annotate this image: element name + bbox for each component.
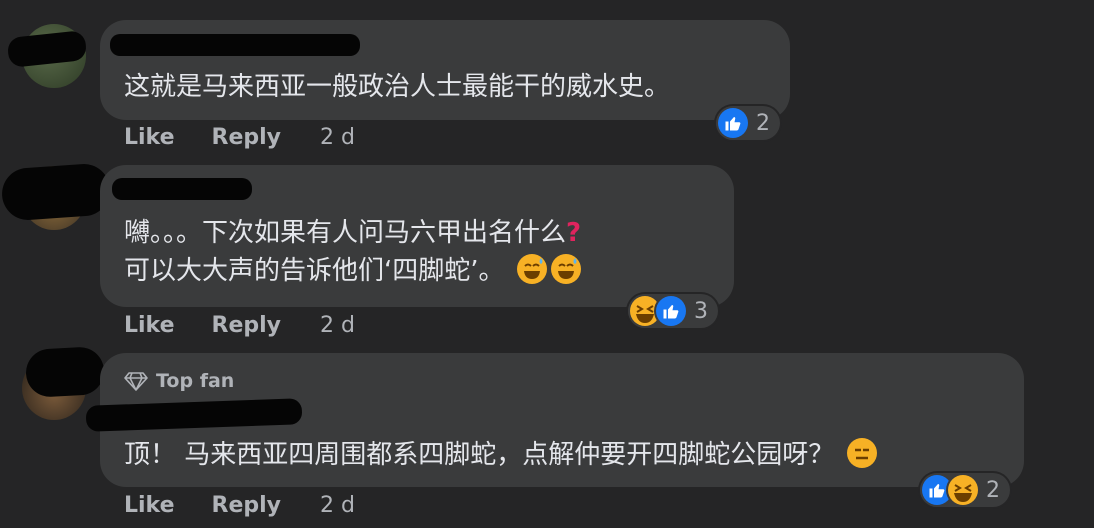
diamond-icon — [124, 372, 148, 391]
reply-link[interactable]: Reply — [212, 493, 282, 518]
timestamp[interactable]: 2 d — [320, 493, 355, 518]
comment-text: 这就是马来西亚一般政治人士最能干的威水史。 — [124, 68, 670, 106]
like-link[interactable]: Like — [124, 313, 175, 338]
comment-line: 顶！ 马来西亚四周围都系四脚蛇，点解仲要开四脚蛇公园呀？ — [124, 440, 835, 470]
timestamp[interactable]: 2 d — [320, 313, 355, 338]
expressionless-emoji — [846, 437, 877, 468]
like-icon — [656, 296, 686, 326]
redaction-mark — [0, 162, 112, 222]
question-mark-icon: ? — [566, 218, 582, 248]
author-name-redacted[interactable] — [110, 34, 360, 56]
author-name-redacted[interactable] — [112, 178, 252, 200]
comment-line: 可以大大声的告诉他们‘四脚蛇’。 — [124, 256, 505, 286]
top-fan-badge: Top fan — [124, 370, 234, 392]
reaction-count: 2 — [756, 110, 770, 136]
comment-text: 嚩。。。下次如果有人问马六甲出名什么? 可以大大声的告诉他们‘四脚蛇’。 — [124, 214, 581, 290]
reaction-count: 3 — [694, 298, 708, 324]
timestamp[interactable]: 2 d — [320, 125, 355, 150]
reaction-summary[interactable]: 2 — [920, 473, 1010, 507]
comment-actions: Like Reply 2 d — [124, 493, 355, 518]
comment-actions: Like Reply 2 d — [124, 313, 355, 338]
comment-actions: Like Reply 2 d — [124, 125, 355, 150]
reaction-count: 2 — [986, 477, 1000, 503]
like-link[interactable]: Like — [124, 493, 175, 518]
reaction-summary[interactable]: 3 — [628, 294, 718, 328]
like-icon — [718, 108, 748, 138]
comment-line: 这就是马来西亚一般政治人士最能干的威水史。 — [124, 72, 671, 102]
haha-icon — [948, 475, 978, 505]
badge-label: Top fan — [156, 370, 235, 392]
reply-link[interactable]: Reply — [212, 125, 282, 150]
redaction-mark — [24, 345, 106, 399]
sweat-smile-emoji — [550, 253, 581, 284]
sweat-smile-emoji — [516, 253, 547, 284]
comment-text: 顶！ 马来西亚四周围都系四脚蛇，点解仲要开四脚蛇公园呀？ — [124, 436, 877, 474]
like-link[interactable]: Like — [124, 125, 175, 150]
reaction-summary[interactable]: 2 — [716, 106, 780, 140]
reply-link[interactable]: Reply — [212, 313, 282, 338]
comment-line: 嚩。。。下次如果有人问马六甲出名什么 — [124, 218, 567, 248]
